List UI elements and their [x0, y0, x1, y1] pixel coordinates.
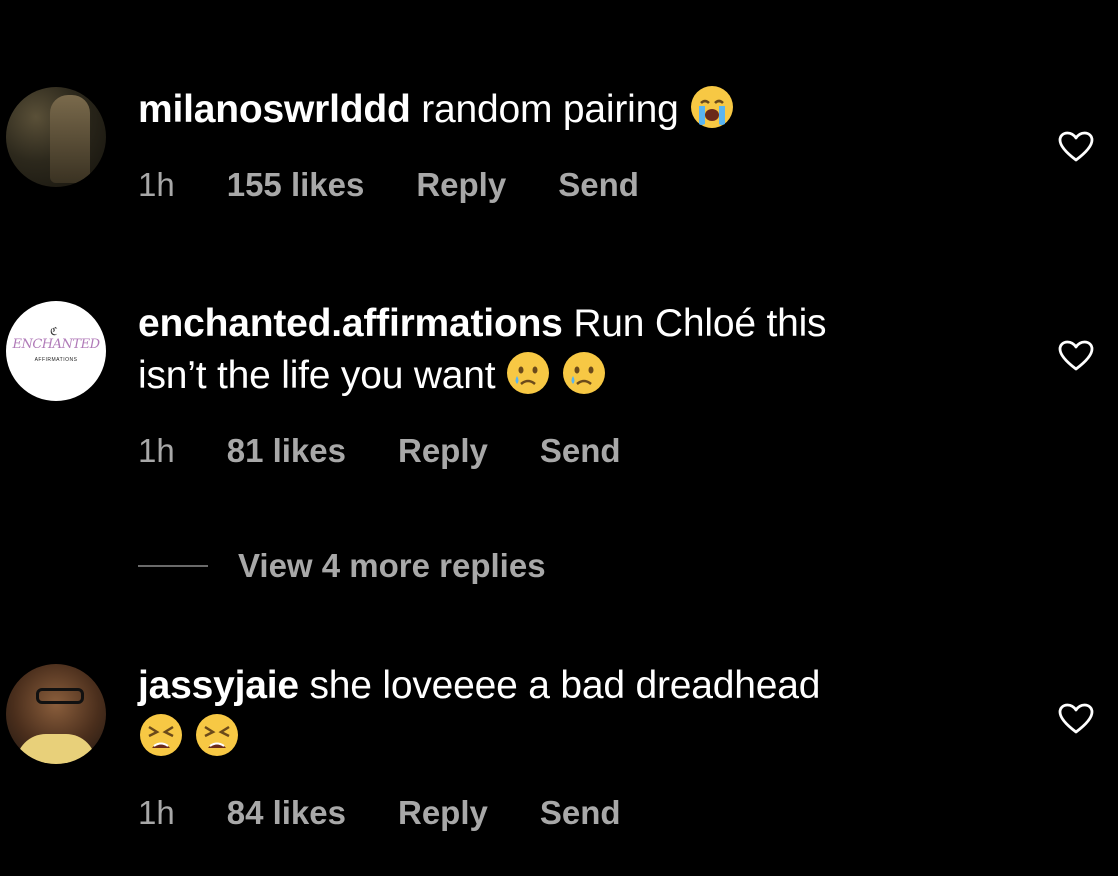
avatar-logo-subtext: AFFIRMATIONS: [34, 357, 78, 363]
tired-face-icon: [194, 712, 240, 758]
comment-likes[interactable]: 81 likes: [227, 432, 346, 470]
comment-username[interactable]: enchanted.affirmations: [138, 302, 563, 345]
comment-meta: 1h 81 likes Reply Send: [138, 432, 621, 470]
comment-meta: 1h 84 likes Reply Send: [138, 794, 621, 832]
avatar-photo: [36, 688, 84, 704]
comment-likes[interactable]: 84 likes: [227, 794, 346, 832]
comment-username[interactable]: jassyjaie: [138, 664, 299, 707]
view-more-replies-label: View 4 more replies: [238, 547, 546, 584]
avatar-photo-detail: [16, 734, 96, 764]
avatar[interactable]: ℭ ENCHANTED AFFIRMATIONS: [6, 301, 106, 401]
comment-time: 1h: [138, 432, 175, 469]
loudly-crying-face-icon: [689, 84, 735, 130]
send-button[interactable]: Send: [540, 432, 621, 470]
comment-time: 1h: [138, 166, 175, 203]
crying-face-icon: [505, 350, 551, 396]
comment-body: she loveeee a bad dreadhead: [309, 664, 821, 707]
comment-text: milanoswrlddd random pairing: [138, 84, 735, 136]
avatar[interactable]: [6, 87, 106, 187]
avatar-photo: [50, 95, 90, 183]
send-button[interactable]: Send: [540, 794, 621, 832]
send-button[interactable]: Send: [558, 166, 639, 204]
reply-button[interactable]: Reply: [416, 166, 506, 204]
heart-icon[interactable]: [1058, 703, 1094, 735]
avatar[interactable]: [6, 664, 106, 764]
comment-likes[interactable]: 155 likes: [227, 166, 365, 204]
comment-username[interactable]: milanoswrlddd: [138, 88, 411, 131]
reply-button[interactable]: Reply: [398, 432, 488, 470]
avatar-logo-text: ENCHANTED: [12, 337, 101, 352]
tired-face-icon: [138, 712, 184, 758]
comment-meta: 1h 155 likes Reply Send: [138, 166, 639, 204]
comment-time: 1h: [138, 794, 175, 831]
heart-icon[interactable]: [1058, 340, 1094, 372]
comment-body: Run Chloé this: [573, 302, 827, 345]
comment-body-line2: isn’t the life you want: [138, 354, 496, 397]
replies-divider: [138, 565, 208, 567]
comment-text: enchanted.affirmations Run Chloé this is…: [138, 298, 827, 402]
view-more-replies-button[interactable]: View 4 more replies: [138, 546, 546, 586]
comment-body: random pairing: [421, 88, 679, 131]
crying-face-icon: [561, 350, 607, 396]
heart-icon[interactable]: [1058, 131, 1094, 163]
reply-button[interactable]: Reply: [398, 794, 488, 832]
comment-text: jassyjaie she loveeee a bad dreadhead: [138, 660, 820, 764]
